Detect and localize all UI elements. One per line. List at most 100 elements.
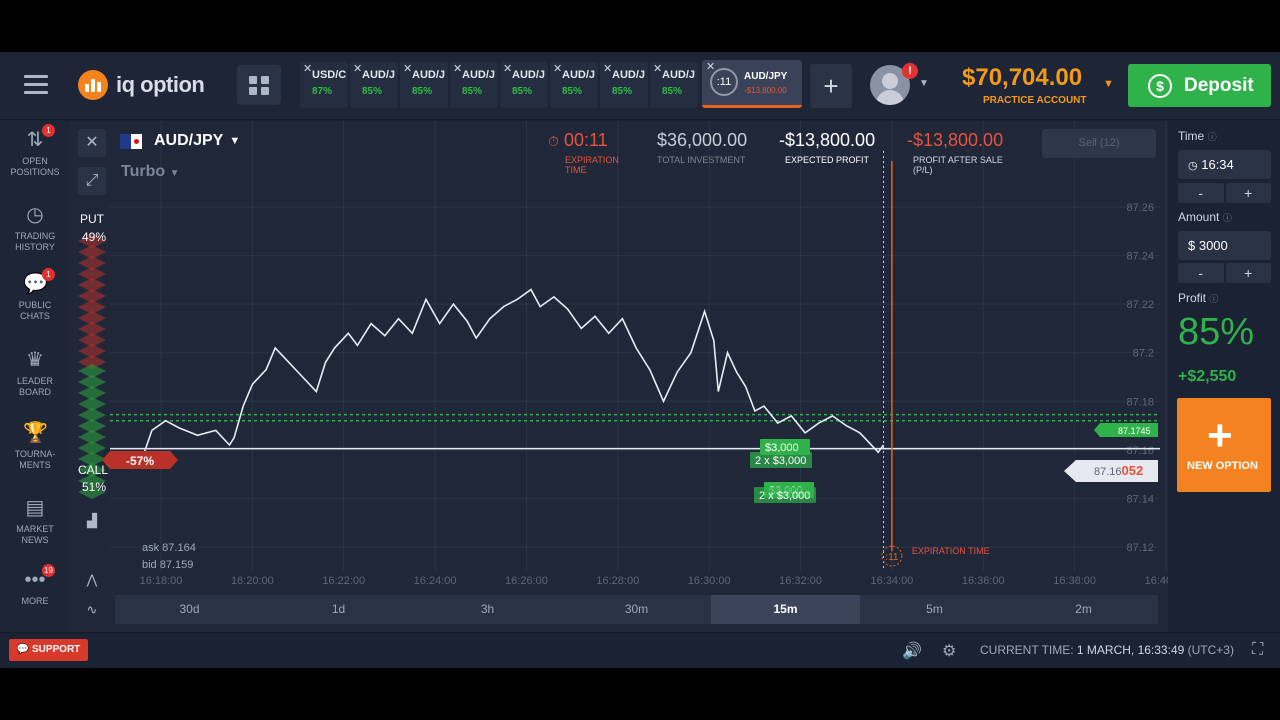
notification-badge: ! xyxy=(902,63,918,79)
asset-tab-pct: 85% xyxy=(662,86,683,97)
asset-tab[interactable]: ✕ AUD/J 85% xyxy=(350,62,398,108)
current-price-text: 87.16052 xyxy=(1094,463,1143,478)
volume-icon[interactable]: 🔊 xyxy=(902,641,922,661)
add-asset-button[interactable]: + xyxy=(810,64,852,108)
total-investment-label: TOTAL INVESTMENT xyxy=(657,155,746,165)
asset-tab[interactable]: ✕ AUD/J 85% xyxy=(450,62,498,108)
price-chart[interactable]: 16:18:00 16:20:00 16:22:00 16:24:00 16:26:00… xyxy=(70,121,1168,591)
sidebar-item[interactable]: ⇅ OPEN POSITIONS 1 xyxy=(0,124,70,178)
timeframe-3h[interactable]: 3h xyxy=(413,595,562,624)
x-tick-label: 16:36:00 xyxy=(962,575,1005,587)
asset-tab-pct: 85% xyxy=(462,86,483,97)
active-asset-name: AUD/JPY xyxy=(744,71,788,82)
amount-stepper: - + xyxy=(1178,263,1271,283)
time-label: Time ⓘ xyxy=(1178,129,1217,143)
mode-label: Turbo xyxy=(121,163,166,180)
history-icon: ◷ xyxy=(26,204,44,226)
active-asset-tab[interactable]: ✕ :11 AUD/JPY -$13,800.00 xyxy=(702,60,802,108)
chart-type-icon[interactable]: ▟ xyxy=(78,507,106,535)
grid-view-icon[interactable] xyxy=(237,65,281,105)
x-tick-label: 16:28:00 xyxy=(596,575,639,587)
asset-tab-pct: 85% xyxy=(512,86,533,97)
asset-tab[interactable]: ✕ AUD/J 85% xyxy=(550,62,598,108)
timeframe-30m[interactable]: 30m xyxy=(562,595,711,624)
close-icon[interactable]: ✕ xyxy=(653,62,662,75)
x-tick-label: 16:18:00 xyxy=(140,575,183,587)
x-tick-label: 16:32:00 xyxy=(779,575,822,587)
x-tick-label: 16:22:00 xyxy=(322,575,365,587)
timeframe-5m[interactable]: 5m xyxy=(860,595,1009,624)
sidebar-badge: 19 xyxy=(42,564,55,577)
asset-tab[interactable]: ✕ AUD/J 85% xyxy=(600,62,648,108)
gear-icon[interactable]: ⚙ xyxy=(942,641,956,661)
close-icon[interactable]: ✕ xyxy=(353,62,362,75)
sidebar-badge: 1 xyxy=(42,124,55,137)
mode-selector[interactable]: Turbo ▼ xyxy=(121,163,180,181)
close-icon[interactable]: ✕ xyxy=(553,62,562,75)
fullscreen-toggle-icon[interactable]: ⛶ xyxy=(1252,641,1263,659)
chevron-down-icon: ▼ xyxy=(229,135,241,147)
amount-plus-button[interactable]: + xyxy=(1225,263,1271,283)
balance[interactable]: $70,704.00 xyxy=(962,64,1082,92)
asset-tab[interactable]: ✕ USD/C 87% xyxy=(300,62,348,108)
deal-badge-text: 2 x $3,000 xyxy=(755,455,806,467)
plus-icon: + xyxy=(1207,411,1233,460)
expected-profit-label: EXPECTED PROFIT xyxy=(785,155,870,165)
close-icon[interactable]: ✕ xyxy=(503,62,512,75)
timeframe-15m[interactable]: 15m xyxy=(711,595,860,624)
profit-after-sale-value: -$13,800.00 xyxy=(907,130,1004,150)
timeframe-1d[interactable]: 1d xyxy=(264,595,413,624)
asset-tab-pct: 85% xyxy=(612,86,633,97)
drawing-tools-icon[interactable]: ∿ xyxy=(78,596,106,624)
close-icon[interactable]: ✕ xyxy=(303,62,312,75)
sidebar-badge: 1 xyxy=(42,268,55,281)
asset-tab-pct: 85% xyxy=(362,86,383,97)
timeframe-30d[interactable]: 30d xyxy=(115,595,264,624)
y-tick-label: 87.22 xyxy=(1126,299,1154,311)
amount-minus-button[interactable]: - xyxy=(1178,263,1224,283)
total-investment-stat: $36,000.00 TOTAL INVESTMENT xyxy=(657,130,747,165)
y-tick-label: 87.14 xyxy=(1126,493,1154,505)
close-icon[interactable]: ✕ xyxy=(453,62,462,75)
chevron-down-icon[interactable]: ▼ xyxy=(919,78,929,89)
fullscreen-icon[interactable]: ⤢ xyxy=(78,167,106,195)
balance-chevron-down-icon[interactable]: ▼ xyxy=(1103,78,1114,90)
sidebar-item-label: TRADING HISTORY xyxy=(14,231,56,252)
amount-input[interactable]: $ 3000 xyxy=(1178,231,1271,260)
sidebar-item[interactable]: ••• MORE 19 xyxy=(0,564,70,607)
expiration-marker-text: :11 xyxy=(885,552,899,563)
sidebar-item[interactable]: ▤ MARKET NEWS xyxy=(0,496,70,546)
amount-label: Amount ⓘ xyxy=(1178,210,1232,224)
close-icon[interactable]: ✕ xyxy=(403,62,412,75)
clock-icon: ◷ xyxy=(1188,160,1198,172)
time-minus-button[interactable]: - xyxy=(1178,183,1224,203)
chat-icon: 💬 xyxy=(16,644,30,655)
expected-profit-value: -$13,800.00 xyxy=(779,130,876,150)
sidebar-item-label: TOURNA- MENTS xyxy=(14,449,56,470)
asset-tab[interactable]: ✕ AUD/J 85% xyxy=(500,62,548,108)
sidebar-item[interactable]: ◷ TRADING HISTORY xyxy=(0,203,70,253)
indicators-icon[interactable]: ⋀ xyxy=(78,566,106,594)
dollar-icon: $ xyxy=(1148,74,1172,98)
y-tick-label: 87.12 xyxy=(1126,542,1154,554)
sidebar-item[interactable]: 💬 PUBLIC CHATS 1 xyxy=(0,268,70,322)
time-input[interactable]: ◷ 16:34 xyxy=(1178,150,1271,179)
expiration-value: 00:11 xyxy=(563,130,608,150)
asset-tab[interactable]: ✕ AUD/J 85% xyxy=(650,62,698,108)
close-chart-icon[interactable]: ✕ xyxy=(78,129,106,157)
close-icon[interactable]: ✕ xyxy=(603,62,612,75)
sidebar-item[interactable]: 🏆 TOURNA- MENTS xyxy=(0,421,70,471)
asset-tab[interactable]: ✕ AUD/J 85% xyxy=(400,62,448,108)
profit-after-sale-stat: -$13,800.00 PROFIT AFTER SALE (P/L) xyxy=(907,130,1008,175)
sell-button[interactable]: Sell (12) xyxy=(1042,129,1156,158)
timeframe-2m[interactable]: 2m xyxy=(1009,595,1158,624)
asset-tab-pct: 87% xyxy=(312,86,333,97)
support-button[interactable]: 💬 SUPPORT xyxy=(9,639,88,661)
new-option-button[interactable]: + NEW OPTION xyxy=(1177,398,1271,492)
sidebar-item[interactable]: ♛ LEADER BOARD xyxy=(0,348,70,398)
profit-amount: +$2,550 xyxy=(1178,368,1237,385)
time-plus-button[interactable]: + xyxy=(1225,183,1271,203)
menu-icon[interactable] xyxy=(24,75,48,95)
asset-selector[interactable]: AUD/JPY ▼ xyxy=(120,132,240,150)
deposit-button[interactable]: $ Deposit xyxy=(1128,64,1271,107)
